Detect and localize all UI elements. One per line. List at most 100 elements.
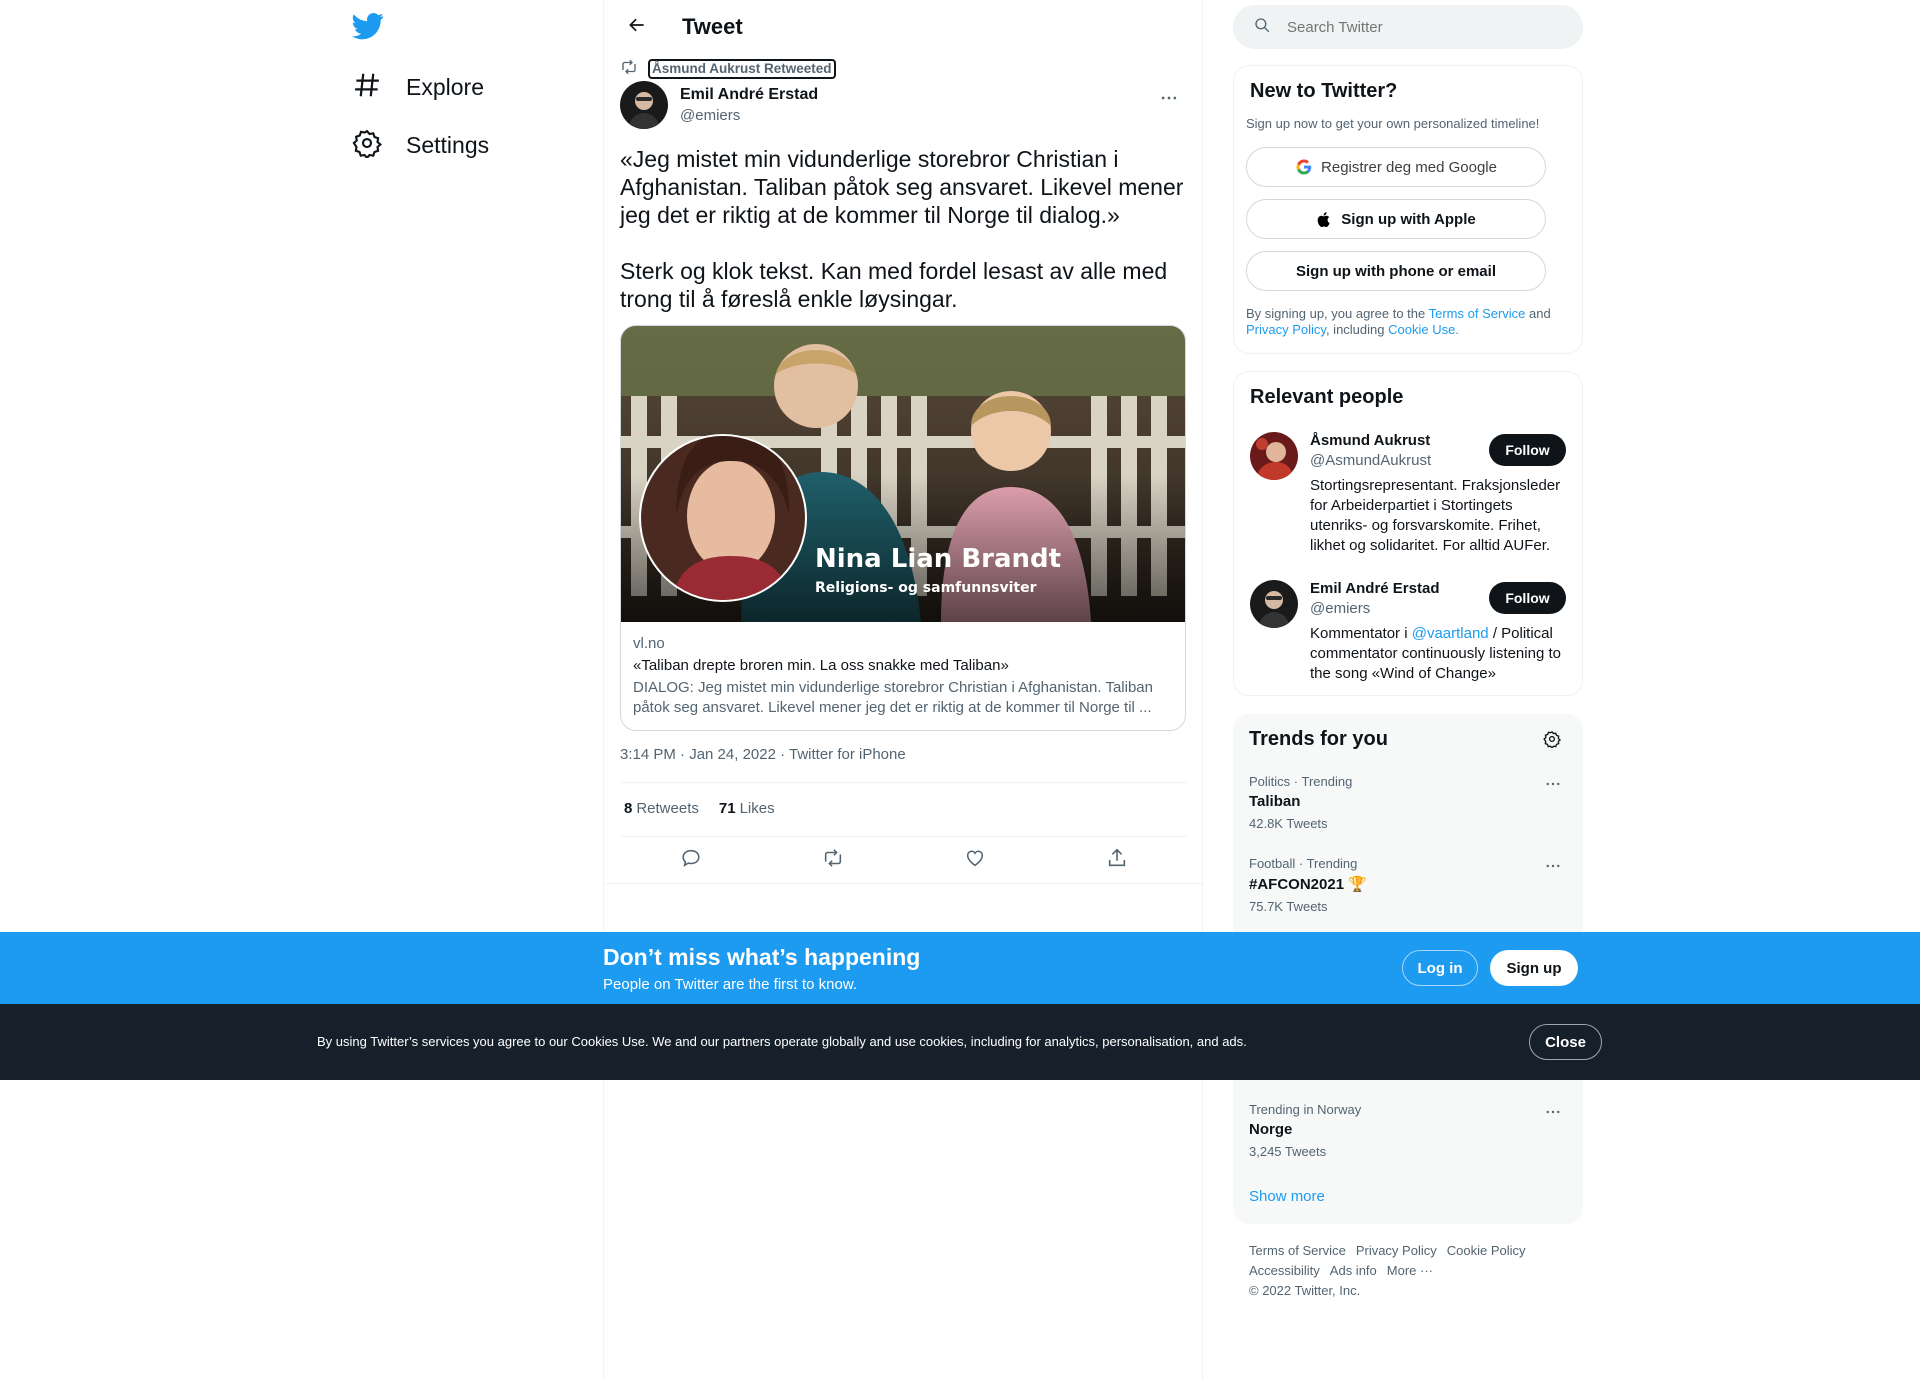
- close-button[interactable]: Close: [1529, 1024, 1602, 1060]
- gear-icon: [1543, 730, 1562, 753]
- trend-more-button[interactable]: [1539, 774, 1567, 798]
- signup-panel: New to Twitter? Sign up now to get your …: [1233, 65, 1583, 354]
- follow-button[interactable]: Follow: [1489, 434, 1566, 466]
- terms-link[interactable]: Terms of Service: [1429, 306, 1526, 321]
- trend-context: Politics · Trending: [1249, 774, 1353, 789]
- tweet-timestamp[interactable]: 3:14 PM · Jan 24, 2022 · Twitter for iPh…: [620, 746, 906, 763]
- tweet-actions: [620, 838, 1188, 882]
- nav-settings-label: Settings: [406, 131, 490, 158]
- google-icon: [1295, 158, 1313, 176]
- retweets-count: 8: [624, 800, 633, 817]
- likes-stat[interactable]: 71 Likes: [719, 800, 775, 817]
- trend-context: Trending in Norway: [1249, 1102, 1362, 1117]
- apple-signup-button[interactable]: Sign up with Apple: [1246, 199, 1546, 239]
- search-input[interactable]: [1287, 18, 1567, 36]
- show-more-link[interactable]: Show more: [1249, 1188, 1325, 1205]
- legal-text-2: and: [1525, 306, 1551, 321]
- back-arrow-icon: [627, 15, 647, 40]
- trend-item[interactable]: Trending in Norway Norge 3,245 Tweets: [1249, 1102, 1567, 1172]
- person-handle[interactable]: @AsmundAukrust: [1310, 452, 1431, 469]
- author-name[interactable]: Emil André Erstad: [680, 86, 818, 104]
- nav-explore[interactable]: Explore: [352, 67, 484, 107]
- phone-signup-label: Sign up with phone or email: [1295, 262, 1496, 280]
- person-handle[interactable]: @emiers: [1310, 600, 1370, 617]
- card-image-name: Nina Lian Brandt: [815, 544, 1062, 574]
- trend-name: Taliban: [1249, 793, 1301, 810]
- tweet-more-button[interactable]: [1152, 83, 1186, 117]
- retweeted-by-label[interactable]: Åsmund Aukrust Retweeted: [648, 58, 836, 79]
- more-dots-icon: [1544, 857, 1562, 880]
- more-dots-icon: [1544, 1103, 1562, 1126]
- author-handle[interactable]: @emiers: [680, 107, 818, 124]
- card-description: DIALOG: Jeg mistet min vidunderlige stor…: [633, 679, 1153, 716]
- person-name[interactable]: Emil André Erstad: [1310, 580, 1439, 597]
- signup-legal: By signing up, you agree to the Terms of…: [1246, 306, 1566, 338]
- divider: [604, 883, 1204, 884]
- signup-button[interactable]: Sign up: [1490, 950, 1578, 986]
- banner-subtitle: People on Twitter are the first to know.: [603, 976, 858, 993]
- footer-link-terms[interactable]: Terms of Service: [1249, 1241, 1346, 1261]
- sidebar-footer: Terms of Service Privacy Policy Cookie Pol…: [1249, 1241, 1569, 1301]
- footer-link-privacy[interactable]: Privacy Policy: [1356, 1241, 1437, 1261]
- page-title: Tweet: [682, 14, 743, 39]
- card-title: «Taliban drepte broren min. La oss snakk…: [633, 657, 1009, 674]
- likes-count: 71: [718, 800, 736, 817]
- link-card[interactable]: Nina Lian Brandt Religions- og samfunnsv…: [620, 325, 1186, 731]
- author-avatar[interactable]: [620, 81, 668, 129]
- back-button[interactable]: [620, 10, 654, 44]
- person-avatar[interactable]: [1250, 432, 1298, 480]
- retweet-icon: [822, 847, 844, 874]
- privacy-link[interactable]: Privacy Policy: [1246, 322, 1326, 337]
- trend-more-button[interactable]: [1539, 1102, 1567, 1126]
- trend-more-button[interactable]: [1539, 856, 1567, 880]
- retweet-indicator[interactable]: Åsmund Aukrust Retweeted: [620, 58, 836, 79]
- footer-link-ads-info[interactable]: Ads info: [1330, 1261, 1377, 1281]
- retweets-label: Retweets: [636, 800, 699, 817]
- footer-link-more[interactable]: More ···: [1387, 1261, 1433, 1281]
- nav-settings[interactable]: Settings: [352, 125, 489, 165]
- card-body: vl.no «Taliban drepte broren min. La oss…: [621, 622, 1185, 730]
- legal-text-3: , including: [1325, 322, 1389, 337]
- share-button[interactable]: [1098, 841, 1136, 879]
- more-dots-icon: [1544, 775, 1562, 798]
- trends-title: Trends for you: [1249, 728, 1388, 750]
- trend-name: #AFCON2021 🏆: [1249, 876, 1367, 893]
- relevant-people-title: Relevant people: [1250, 386, 1404, 408]
- trends-settings-button[interactable]: [1537, 726, 1567, 756]
- retweet-icon: [620, 58, 638, 79]
- bio-text-1: Kommentator i: [1310, 625, 1412, 642]
- google-signup-button[interactable]: Registrer deg med Google: [1246, 147, 1546, 187]
- reply-button[interactable]: [672, 841, 710, 879]
- retweet-button[interactable]: [814, 841, 852, 879]
- card-domain: vl.no: [633, 635, 665, 652]
- footer-link-accessibility[interactable]: Accessibility: [1249, 1261, 1320, 1281]
- signup-title: New to Twitter?: [1250, 80, 1398, 102]
- person-bio: Stortingsrepresentant. Fraksjonsleder fo…: [1310, 477, 1561, 554]
- retweets-stat[interactable]: 8 Retweets: [624, 800, 699, 817]
- search-box[interactable]: [1233, 5, 1583, 49]
- trend-item[interactable]: Football · Trending #AFCON2021 🏆 75.7K T…: [1249, 856, 1567, 926]
- card-image: Nina Lian Brandt Religions- og samfunnsv…: [621, 326, 1185, 622]
- login-button[interactable]: Log in: [1402, 950, 1478, 986]
- trend-item[interactable]: Politics · Trending Taliban 42.8K Tweets: [1249, 774, 1567, 844]
- person-avatar[interactable]: [1250, 580, 1298, 628]
- cookie-use-link[interactable]: Cookie Use.: [1388, 322, 1459, 337]
- phone-signup-button[interactable]: Sign up with phone or email: [1246, 251, 1546, 291]
- main-column: Tweet Åsmund Aukrust Retweeted Emil Andr…: [603, 0, 1204, 1381]
- like-button[interactable]: [956, 841, 994, 879]
- card-image-subtitle: Religions- og samfunnsviter: [815, 580, 1037, 596]
- divider: [620, 782, 1188, 783]
- likes-label: Likes: [739, 800, 775, 817]
- nav-explore-label: Explore: [406, 73, 484, 100]
- main-header: Tweet: [604, 0, 1202, 54]
- tweet-author[interactable]: Emil André Erstad @emiers: [620, 81, 818, 129]
- google-signup-label: Registrer deg med Google: [1321, 158, 1497, 176]
- heart-icon: [964, 847, 986, 874]
- twitter-bird-icon[interactable]: [352, 10, 386, 44]
- search-icon: [1253, 16, 1271, 39]
- footer-link-cookie[interactable]: Cookie Policy: [1447, 1241, 1526, 1261]
- follow-button[interactable]: Follow: [1489, 582, 1566, 614]
- bio-mention-link[interactable]: @vaartland: [1412, 625, 1489, 642]
- footer-copyright: © 2022 Twitter, Inc.: [1249, 1283, 1361, 1298]
- person-name[interactable]: Åsmund Aukrust: [1310, 432, 1430, 449]
